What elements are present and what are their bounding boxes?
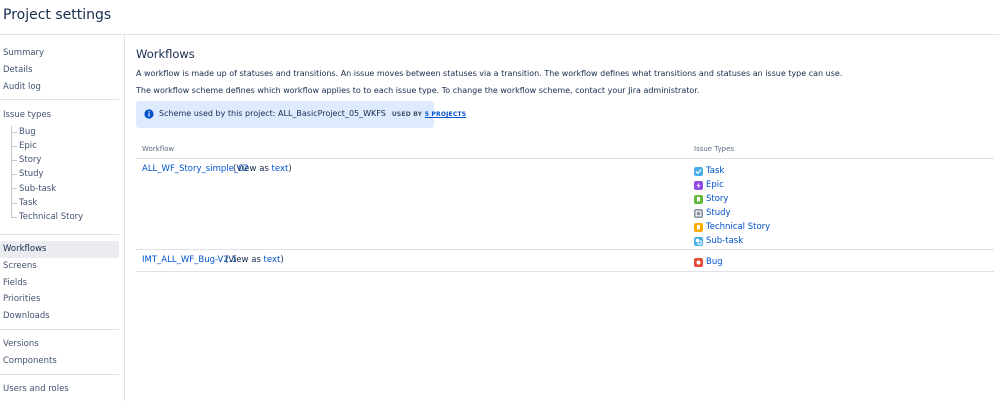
- scheme-info-box: Scheme used by this project: ALL_BasicPr…: [136, 101, 466, 128]
- view-as-prefix: (View as: [225, 255, 264, 265]
- section-title: Workflows: [136, 47, 195, 61]
- sidebar-subitem-epic[interactable]: Epic: [19, 141, 37, 151]
- sidebar-item-priorities[interactable]: Priorities: [3, 294, 40, 304]
- sidebar-item-workflows[interactable]: Workflows: [0, 241, 119, 258]
- sidebar-item-screens[interactable]: Screens: [3, 261, 37, 271]
- view-as-suffix: ): [280, 255, 284, 265]
- row-divider: [136, 271, 994, 272]
- sidebar-divider: [0, 234, 119, 235]
- sidebar-item-summary[interactable]: Summary: [3, 48, 44, 58]
- sidebar-divider: [0, 374, 119, 375]
- view-as-text: (View as text): [233, 164, 292, 174]
- tree-branch: [12, 174, 17, 175]
- sidebar-divider: [0, 329, 119, 330]
- issue-type-label[interactable]: Epic: [706, 180, 724, 190]
- sidebar-subitem-sub-task[interactable]: Sub-task: [19, 184, 56, 194]
- sidebar-subitem-task[interactable]: Task: [19, 198, 37, 208]
- page-title: Project settings: [3, 7, 112, 23]
- view-as-text: (View as text): [225, 255, 284, 265]
- technical-story-icon: [694, 223, 703, 232]
- issue-type-label[interactable]: Story: [706, 194, 728, 204]
- main-content: Workflows A workflow is made up of statu…: [125, 35, 999, 401]
- sidebar-item-issue-types[interactable]: Issue types: [3, 110, 51, 120]
- tree-branch: [12, 146, 17, 147]
- workflow-link[interactable]: IMT_ALL_WF_Bug-V2.1: [142, 255, 237, 265]
- sidebar-item-components[interactable]: Components: [3, 356, 57, 366]
- tree-branch: [12, 217, 17, 218]
- page-header: Project settings: [0, 0, 999, 35]
- tree-branch: [12, 132, 17, 133]
- sidebar-nav: Summary Details Audit log Issue types Bu…: [0, 35, 125, 401]
- table-header-divider: [136, 158, 994, 159]
- workflow-description: A workflow is made up of statuses and tr…: [136, 69, 843, 78]
- issue-type-label[interactable]: Task: [706, 166, 724, 176]
- issue-type-label[interactable]: Bug: [706, 257, 723, 267]
- scheme-name-text: Scheme used by this project: ALL_BasicPr…: [159, 109, 386, 118]
- issue-types-tree: Bug Epic Story Study Sub-task Task Techn…: [11, 126, 101, 222]
- subtask-icon: [694, 237, 703, 246]
- sidebar-item-details[interactable]: Details: [3, 65, 32, 75]
- sidebar-subitem-story[interactable]: Story: [19, 155, 41, 165]
- tree-line: [11, 126, 12, 218]
- sidebar-item-fields[interactable]: Fields: [3, 278, 27, 288]
- column-header-issue-types: Issue Types: [694, 145, 735, 153]
- sidebar-subitem-technical-story[interactable]: Technical Story: [19, 212, 83, 222]
- sidebar-item-users-and-roles[interactable]: Users and roles: [3, 384, 69, 394]
- used-by-label: USED BY: [391, 111, 423, 118]
- info-icon: [144, 109, 154, 119]
- tree-branch: [12, 203, 17, 204]
- sidebar-item-versions[interactable]: Versions: [3, 339, 39, 349]
- view-as-suffix: ): [288, 164, 292, 174]
- sidebar-subitem-bug[interactable]: Bug: [19, 127, 36, 137]
- story-icon: [694, 195, 703, 204]
- scheme-description: The workflow scheme defines which workfl…: [136, 86, 700, 95]
- column-header-workflow: Workflow: [142, 145, 175, 153]
- used-by-projects-link[interactable]: 5 PROJECTS: [425, 111, 467, 118]
- sidebar-divider: [0, 99, 119, 100]
- task-icon: [694, 167, 703, 176]
- view-as-prefix: (View as: [233, 164, 272, 174]
- view-as-text-link[interactable]: text: [264, 255, 281, 265]
- study-icon: [694, 209, 703, 218]
- sidebar-subitem-study[interactable]: Study: [19, 169, 44, 179]
- epic-icon: [694, 181, 703, 190]
- tree-branch: [12, 160, 17, 161]
- sidebar-item-audit-log[interactable]: Audit log: [3, 82, 41, 92]
- row-divider: [136, 249, 994, 250]
- tree-branch: [12, 188, 17, 189]
- issue-type-label[interactable]: Study: [706, 208, 731, 218]
- bug-icon: [694, 258, 703, 267]
- issue-type-label[interactable]: Technical Story: [706, 222, 770, 232]
- sidebar-item-downloads[interactable]: Downloads: [3, 311, 50, 321]
- issue-type-label[interactable]: Sub-task: [706, 236, 743, 246]
- view-as-text-link[interactable]: text: [272, 164, 289, 174]
- scheme-info-text: Scheme used by this project: ALL_BasicPr…: [159, 109, 466, 118]
